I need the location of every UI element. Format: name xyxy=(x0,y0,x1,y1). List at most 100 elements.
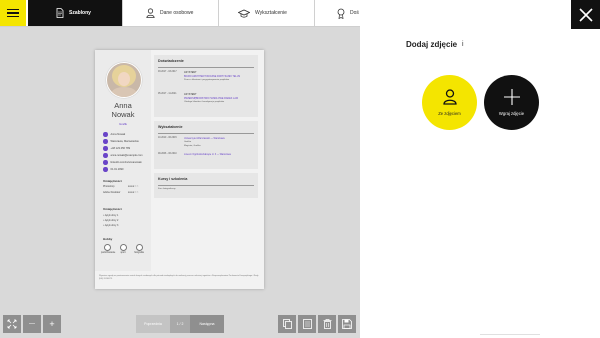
tab-label: Doś xyxy=(350,10,359,16)
education-section[interactable]: Wykształcenie 10.2010 - 06.2015 Uniwersy… xyxy=(154,121,258,169)
option-label: Ze zdjęciem xyxy=(438,111,461,116)
profile-photo xyxy=(106,62,142,98)
fit-screen-icon xyxy=(7,319,17,329)
cv-preview-page[interactable]: Anna Nowak Grafik Anna Nowak Warszawa, M… xyxy=(95,50,264,289)
hobby-item: sport xyxy=(117,244,129,254)
zoom-out-button[interactable]: — xyxy=(23,315,41,333)
entry-role: ASYSTENT xyxy=(184,71,197,74)
contact-item: anna.nowak@example.com xyxy=(103,153,143,158)
upload-photo-option-button[interactable]: Wgraj zdjęcie xyxy=(484,75,539,130)
entry-company: BIURO ARCHITEKTONICZNE PARTYZANKI TELUS xyxy=(184,75,241,78)
with-photo-option-button[interactable]: Ze zdjęciem xyxy=(422,75,477,130)
contact-icon xyxy=(103,160,108,165)
menu-icon-line xyxy=(7,12,19,14)
zoom-in-button[interactable]: + xyxy=(43,315,61,333)
fit-screen-button[interactable] xyxy=(3,315,21,333)
section-title: Wykształcenie xyxy=(158,125,183,129)
language-item: • Język obcy 2 xyxy=(103,219,119,222)
badge-icon xyxy=(337,8,345,19)
camera-icon xyxy=(135,244,143,251)
tab-experience[interactable]: Doś xyxy=(337,0,359,26)
previous-page-button[interactable]: Poprzednia xyxy=(136,315,170,333)
tab-divider xyxy=(122,0,123,26)
panel-title: Dodaj zdjęcie xyxy=(406,40,458,49)
section-title: Kursy i szkolenia xyxy=(158,177,188,181)
skill-item: Photoshop xyxy=(103,185,115,188)
tab-divider xyxy=(314,0,315,26)
page-indicator: 1 / 2 xyxy=(170,315,190,333)
entry-degree: Magister, Grafika xyxy=(184,145,201,147)
save-button[interactable] xyxy=(338,315,356,333)
divider xyxy=(158,133,254,134)
cv-role: Grafik xyxy=(118,122,127,126)
courses-section[interactable]: Kursy i szkolenia Kurs fotograficzny xyxy=(154,173,258,198)
contact-icon xyxy=(103,146,108,151)
tab-label: Wykształcenie xyxy=(255,10,287,16)
contact-item: +48 123 456 789 xyxy=(103,146,130,151)
entry-dates: 10.2010 - 06.2015 xyxy=(158,137,177,139)
languages-heading: Umiejętności xyxy=(103,207,122,211)
divider xyxy=(480,334,540,335)
entry-dates: 09.2006 - 06.2010 xyxy=(158,153,177,155)
menu-icon-line xyxy=(7,15,19,18)
entry-role: ASYSTENT xyxy=(184,93,197,96)
hobby-item: podróżowanie xyxy=(101,244,115,254)
skill-rating: ●●●○○ xyxy=(128,184,139,188)
entry-desc: Obsługa klientów i koordynacja projektów xyxy=(184,101,225,103)
language-item: • Język obcy 3 xyxy=(103,224,119,227)
info-icon[interactable]: i xyxy=(462,41,464,48)
entry-field: Grafika xyxy=(184,141,192,143)
cv-consent-footer: Wyrażam zgodę na przetwarzanie moich dan… xyxy=(99,275,259,280)
hobby-heading: Hobby xyxy=(103,237,113,241)
document-icon xyxy=(56,8,64,18)
skill-rating: ●●●○○ xyxy=(128,190,139,194)
contact-item: linkedin.com/in/annanowak xyxy=(103,160,142,165)
user-icon xyxy=(146,8,155,18)
tab-templates[interactable]: Szablony xyxy=(28,0,122,26)
top-navigation-bar: Szablony Dane osobowe Wykształcenie Doś xyxy=(0,0,360,27)
option-label: Wgraj zdjęcie xyxy=(498,111,525,116)
entry-dates: 05.2017 - 11.2021 xyxy=(158,93,177,95)
contact-item: Anna Nowak xyxy=(103,132,125,137)
save-icon xyxy=(342,319,352,329)
sections-list-button[interactable] xyxy=(298,315,316,333)
delete-button[interactable] xyxy=(318,315,336,333)
hamburger-menu-button[interactable] xyxy=(0,0,26,26)
divider xyxy=(158,67,254,68)
list-icon xyxy=(302,319,312,329)
duplicate-button[interactable] xyxy=(278,315,296,333)
menu-icon-line xyxy=(7,8,19,11)
tab-label: Dane osobowe xyxy=(160,10,194,16)
cv-first-name: Anna xyxy=(114,101,132,110)
graduation-cap-icon xyxy=(238,9,250,17)
delete-icon xyxy=(323,319,331,329)
close-panel-button[interactable] xyxy=(571,0,600,29)
entry-company: PRZEDSIĘBIORSTWO HANDLOWE RADEK LAM xyxy=(184,97,238,100)
experience-section[interactable]: Doświadczenie 03.2017 - 03.2017 ASYSTENT… xyxy=(154,55,258,117)
close-icon xyxy=(578,7,593,22)
next-page-button[interactable]: Następna xyxy=(190,315,224,333)
language-item: • Język obcy 1 xyxy=(103,214,119,217)
contact-icon xyxy=(103,132,108,137)
tab-personal-data[interactable]: Dane osobowe xyxy=(146,0,193,26)
skill-item: Adobe Illustrator xyxy=(103,191,121,194)
entry-school: Uniwersytet Warszawski — Warszawa xyxy=(184,137,225,140)
tab-education[interactable]: Wykształcenie xyxy=(238,0,287,26)
add-photo-panel xyxy=(360,0,600,338)
skills-heading: Umiejętności xyxy=(103,179,122,183)
entry-school: Liceum Ogólnokształcące nr 3 — Warszawa xyxy=(184,153,231,156)
contact-icon xyxy=(103,167,108,172)
plus-icon xyxy=(503,89,520,105)
contact-item: 01.01.1990 xyxy=(103,167,123,172)
cv-last-name: Nowak xyxy=(111,110,135,119)
course-item: Kurs fotograficzny xyxy=(158,188,176,190)
user-icon xyxy=(442,89,457,105)
divider xyxy=(158,185,254,186)
hobby-item: fotografia xyxy=(133,244,145,254)
section-title: Doświadczenie xyxy=(158,59,184,63)
cv-sidebar: Anna Nowak Grafik Anna Nowak Warszawa, M… xyxy=(95,50,151,271)
page-navigation: Poprzednia 1 / 2 Następna xyxy=(136,315,224,333)
plane-icon xyxy=(103,244,111,251)
contact-icon xyxy=(103,153,108,158)
contact-item: Warszawa, Mazowieckie xyxy=(103,139,139,144)
